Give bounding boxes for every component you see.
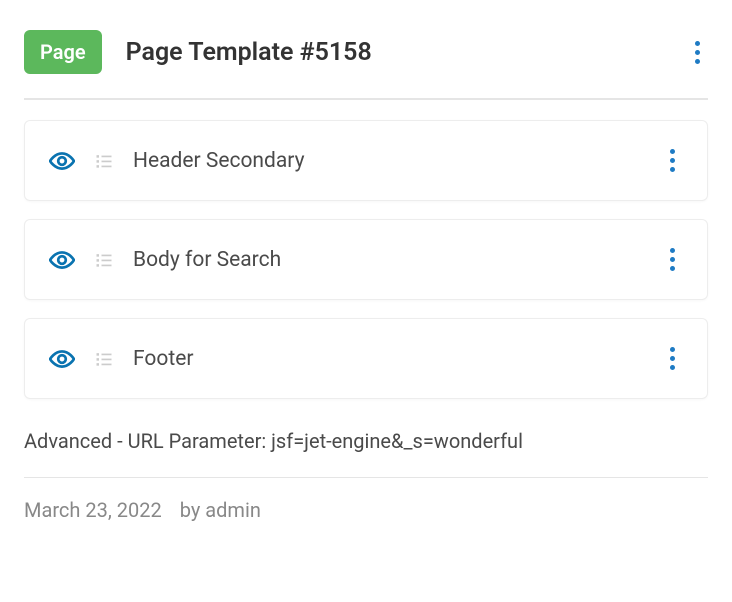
- advanced-url-parameter: Advanced - URL Parameter: jsf=jet-engine…: [24, 429, 708, 478]
- kebab-dot-icon: [670, 356, 675, 361]
- meta-author: by admin: [180, 498, 261, 522]
- kebab-dot-icon: [695, 41, 700, 46]
- list-icon: [93, 150, 115, 172]
- template-label: Header Secondary: [133, 149, 305, 173]
- kebab-dot-icon: [670, 167, 675, 172]
- template-item-header-secondary[interactable]: Header Secondary: [24, 120, 708, 201]
- list-icon: [93, 348, 115, 370]
- meta-date: March 23, 2022: [24, 498, 162, 522]
- template-label: Body for Search: [133, 248, 281, 272]
- kebab-dot-icon: [670, 365, 675, 370]
- kebab-dot-icon: [670, 257, 675, 262]
- header-menu-button[interactable]: [687, 33, 708, 72]
- template-item-body-for-search[interactable]: Body for Search: [24, 219, 708, 300]
- item-left: Body for Search: [49, 247, 281, 273]
- header-left: Page Page Template #5158: [24, 30, 372, 74]
- template-list: Header Secondary: [24, 100, 708, 399]
- item-menu-button[interactable]: [662, 240, 683, 279]
- item-left: Footer: [49, 346, 193, 372]
- template-item-footer[interactable]: Footer: [24, 318, 708, 399]
- kebab-dot-icon: [670, 149, 675, 154]
- item-menu-button[interactable]: [662, 141, 683, 180]
- template-header: Page Page Template #5158: [24, 30, 708, 100]
- item-menu-button[interactable]: [662, 339, 683, 378]
- template-label: Footer: [133, 347, 193, 371]
- kebab-dot-icon: [695, 50, 700, 55]
- list-icon: [93, 249, 115, 271]
- eye-icon[interactable]: [49, 346, 75, 372]
- kebab-dot-icon: [670, 158, 675, 163]
- kebab-dot-icon: [670, 266, 675, 271]
- meta-row: March 23, 2022 by admin: [24, 498, 708, 522]
- page-title: Page Template #5158: [126, 38, 372, 67]
- eye-icon[interactable]: [49, 247, 75, 273]
- kebab-dot-icon: [695, 59, 700, 64]
- kebab-dot-icon: [670, 347, 675, 352]
- eye-icon[interactable]: [49, 148, 75, 174]
- page-badge: Page: [24, 30, 102, 74]
- kebab-dot-icon: [670, 248, 675, 253]
- item-left: Header Secondary: [49, 148, 305, 174]
